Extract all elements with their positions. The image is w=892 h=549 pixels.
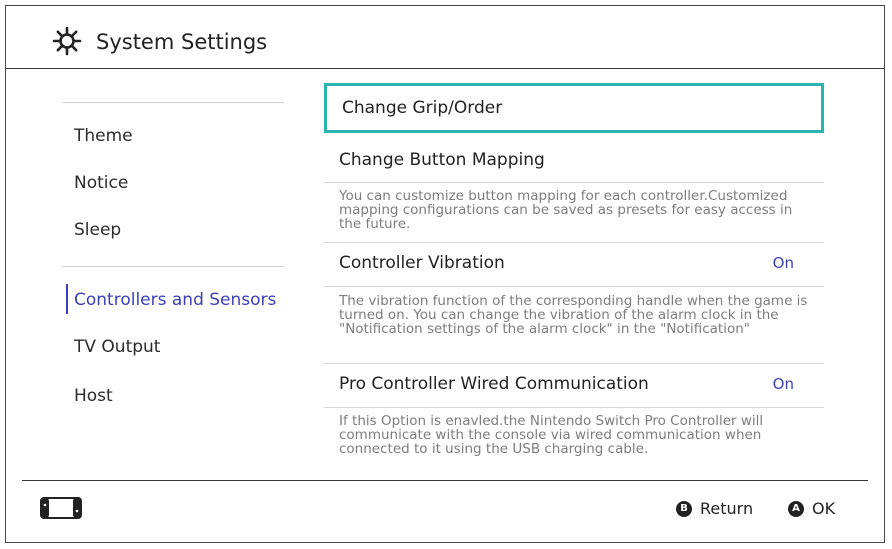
console-icon <box>40 497 82 519</box>
row-description: If this Option is enavled.the Nintendo S… <box>339 413 764 457</box>
controller-vibration-item[interactable]: Controller Vibration On <box>324 244 824 284</box>
change-button-mapping-item[interactable]: Change Button Mapping <box>324 142 824 180</box>
return-button[interactable]: B Return <box>676 499 753 518</box>
page-title: System Settings <box>96 30 268 54</box>
sidebar-item-sleep[interactable]: Sleep <box>74 220 121 240</box>
row-label: Change Button Mapping <box>339 150 545 170</box>
return-label: Return <box>700 499 754 518</box>
b-button-icon: B <box>676 500 692 517</box>
row-description: The vibration function of the correspond… <box>339 293 808 337</box>
ok-button[interactable]: A OK <box>788 499 835 518</box>
row-divider <box>324 242 824 243</box>
row-label: Change Grip/Order <box>342 98 503 118</box>
row-divider <box>324 407 824 408</box>
sidebar: Theme Notice Sleep Controllers and Senso… <box>6 68 316 480</box>
row-label: Controller Vibration <box>339 253 505 273</box>
gear-icon <box>52 26 82 56</box>
ok-label: OK <box>812 499 836 518</box>
sidebar-item-controllers-and-sensors[interactable]: Controllers and Sensors <box>74 290 276 310</box>
header: System Settings <box>6 6 884 69</box>
status-value: On <box>772 254 794 272</box>
active-indicator <box>66 284 68 314</box>
row-divider <box>324 182 824 183</box>
a-button-icon: A <box>788 500 804 517</box>
row-label: Pro Controller Wired Communication <box>339 374 649 394</box>
row-description: You can customize button mapping for eac… <box>339 188 793 232</box>
sidebar-item-tv-output[interactable]: TV Output <box>74 337 160 357</box>
row-divider <box>324 286 824 287</box>
sidebar-divider <box>62 266 284 267</box>
sidebar-item-host[interactable]: Host <box>74 386 113 406</box>
sidebar-divider <box>62 102 284 103</box>
pro-controller-wired-communication-item[interactable]: Pro Controller Wired Communication On <box>324 365 824 405</box>
settings-window: System Settings Theme Notice Sleep Contr… <box>5 5 885 543</box>
change-grip-order-item[interactable]: Change Grip/Order <box>324 83 824 133</box>
row-divider <box>324 363 824 364</box>
status-value: On <box>772 375 794 393</box>
sidebar-item-theme[interactable]: Theme <box>74 126 133 146</box>
settings-list: Change Grip/Order Change Button Mapping … <box>324 68 824 480</box>
sidebar-item-notice[interactable]: Notice <box>74 173 128 193</box>
footer-divider <box>22 480 868 481</box>
